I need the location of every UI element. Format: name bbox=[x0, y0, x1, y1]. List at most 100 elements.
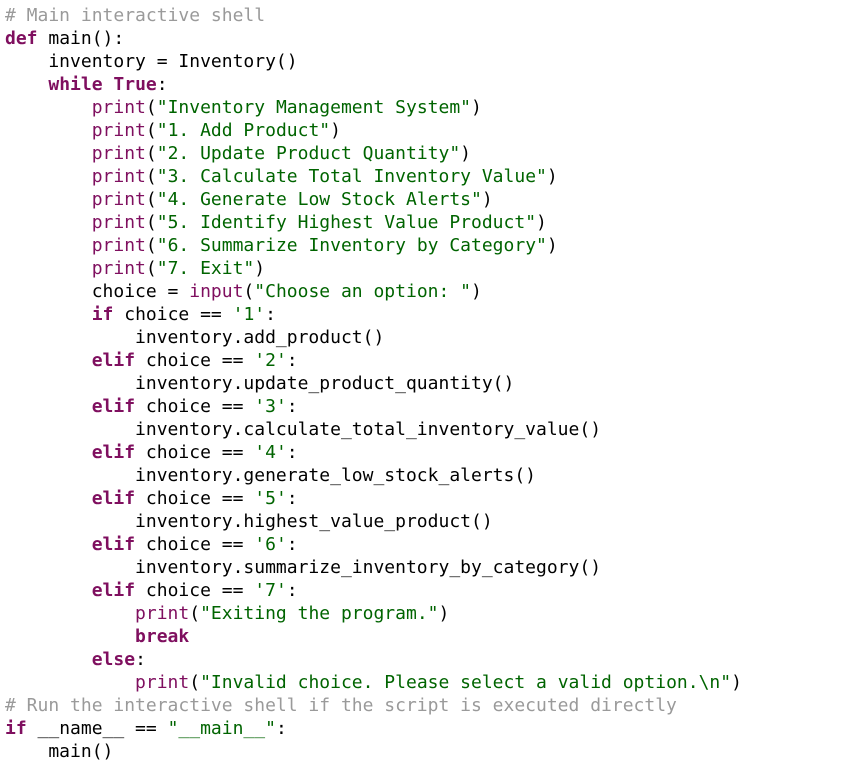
code-token-default: inventory.generate_low_stock_alerts() bbox=[5, 465, 537, 486]
code-token-comment: # Run the interactive shell if the scrip… bbox=[5, 695, 677, 716]
code-token-default: inventory.add_product() bbox=[5, 327, 385, 348]
code-line: # Run the interactive shell if the scrip… bbox=[5, 694, 848, 717]
code-token-str: "7. Exit" bbox=[156, 258, 255, 279]
code-token-default bbox=[5, 97, 92, 118]
code-token-default: choice == bbox=[135, 488, 255, 509]
code-token-default: ) bbox=[460, 143, 472, 164]
code-token-default: ) bbox=[471, 281, 482, 302]
code-token-default: choice == bbox=[135, 350, 255, 371]
code-token-default: ( bbox=[145, 166, 157, 187]
code-token-str: "__main__" bbox=[167, 718, 276, 739]
code-line: if choice == '1': bbox=[5, 303, 848, 326]
code-line: elif choice == '7': bbox=[5, 579, 848, 602]
code-token-default: choice == bbox=[135, 580, 255, 601]
code-token-default bbox=[5, 626, 135, 647]
code-editor[interactable]: # Main interactive shell def main(): inve… bbox=[0, 0, 848, 782]
code-token-default: : bbox=[286, 350, 298, 371]
code-line: inventory.generate_low_stock_alerts() bbox=[5, 464, 848, 487]
code-token-default bbox=[5, 396, 92, 417]
code-token-fn: print bbox=[91, 166, 146, 187]
code-line: print("3. Calculate Total Inventory Valu… bbox=[5, 165, 848, 188]
code-token-fn: print bbox=[135, 603, 190, 624]
code-token-default: inventory.update_product_quantity() bbox=[5, 373, 515, 394]
code-token-default: ( bbox=[145, 189, 157, 210]
code-line: print("Invalid choice. Please select a v… bbox=[5, 671, 848, 694]
code-token-str: '3' bbox=[254, 396, 287, 417]
code-token-default: choice == bbox=[113, 304, 233, 325]
code-token-default bbox=[5, 580, 92, 601]
code-token-str: '1' bbox=[232, 304, 266, 325]
code-token-default: : bbox=[286, 580, 298, 601]
code-token-default: choice == bbox=[135, 396, 255, 417]
code-line: print("Inventory Management System") bbox=[5, 96, 848, 119]
code-token-default bbox=[5, 74, 48, 95]
code-token-default: ( bbox=[145, 97, 157, 118]
code-token-default: ) bbox=[254, 258, 266, 279]
code-token-default: choice == bbox=[135, 534, 255, 555]
code-token-default bbox=[5, 442, 92, 463]
code-token-default: ( bbox=[243, 281, 255, 302]
code-token-default bbox=[5, 534, 92, 555]
code-token-fn: input bbox=[189, 281, 244, 302]
code-line: print("5. Identify Highest Value Product… bbox=[5, 211, 848, 234]
code-token-kw: if bbox=[5, 718, 27, 739]
code-token-default bbox=[5, 649, 92, 670]
code-token-default: : bbox=[265, 304, 276, 325]
code-token-default: ) bbox=[481, 189, 493, 210]
code-token-default: ( bbox=[189, 603, 201, 624]
code-line: elif choice == '2': bbox=[5, 349, 848, 372]
code-token-default: ) bbox=[546, 235, 558, 256]
code-token-default bbox=[5, 603, 135, 624]
code-token-default: ) bbox=[438, 603, 450, 624]
code-token-kw: elif bbox=[91, 580, 136, 601]
code-token-kw: elif bbox=[91, 396, 136, 417]
code-line: choice = input("Choose an option: ") bbox=[5, 280, 848, 303]
code-line: elif choice == '4': bbox=[5, 441, 848, 464]
code-token-default bbox=[5, 143, 92, 164]
code-token-str: "Invalid choice. Please select a valid o… bbox=[200, 672, 732, 693]
code-token-default bbox=[5, 304, 92, 325]
code-token-default: ) bbox=[536, 212, 547, 233]
code-token-default: : bbox=[286, 488, 298, 509]
code-token-default: ( bbox=[145, 120, 157, 141]
code-token-fn: print bbox=[91, 212, 146, 233]
code-token-default: : bbox=[286, 442, 298, 463]
code-token-default: (): bbox=[91, 28, 125, 49]
code-token-default bbox=[5, 258, 92, 279]
code-line: inventory.summarize_inventory_by_categor… bbox=[5, 556, 848, 579]
code-token-fn: print bbox=[91, 235, 146, 256]
code-token-str: "Exiting the program." bbox=[200, 603, 439, 624]
code-token-default: : bbox=[156, 74, 168, 95]
code-line: print("4. Generate Low Stock Alerts") bbox=[5, 188, 848, 211]
code-token-default: inventory.summarize_inventory_by_categor… bbox=[5, 557, 602, 578]
code-line: else: bbox=[5, 648, 848, 671]
code-token-default: main() bbox=[5, 741, 114, 762]
code-line: inventory.calculate_total_inventory_valu… bbox=[5, 418, 848, 441]
code-token-default bbox=[5, 235, 92, 256]
code-token-default: : bbox=[275, 718, 287, 739]
code-token-fn: print bbox=[91, 143, 146, 164]
code-token-default: : bbox=[286, 396, 298, 417]
code-token-kw: while bbox=[48, 74, 103, 95]
code-token-default: ( bbox=[145, 212, 157, 233]
code-token-str: "Choose an option: " bbox=[254, 281, 472, 302]
code-token-fn: print bbox=[91, 189, 146, 210]
code-line: elif choice == '6': bbox=[5, 533, 848, 556]
code-token-kw: elif bbox=[91, 534, 136, 555]
code-line: inventory.highest_value_product() bbox=[5, 510, 848, 533]
code-token-default: ) bbox=[471, 97, 482, 118]
code-token-str: "3. Calculate Total Inventory Value" bbox=[156, 166, 547, 187]
code-token-kw: elif bbox=[91, 442, 136, 463]
code-line: inventory.add_product() bbox=[5, 326, 848, 349]
code-token-default: choice == bbox=[135, 442, 255, 463]
code-token-str: '5' bbox=[254, 488, 287, 509]
code-token-default bbox=[5, 488, 92, 509]
code-block: # Main interactive shell def main(): inve… bbox=[5, 4, 848, 763]
code-line: main() bbox=[5, 740, 848, 763]
code-line: if __name__ == "__main__": bbox=[5, 717, 848, 740]
code-line: elif choice == '3': bbox=[5, 395, 848, 418]
code-token-kw: elif bbox=[91, 488, 136, 509]
code-line: print("7. Exit") bbox=[5, 257, 848, 280]
code-token-str: "6. Summarize Inventory by Category" bbox=[156, 235, 547, 256]
code-line: # Main interactive shell bbox=[5, 4, 848, 27]
